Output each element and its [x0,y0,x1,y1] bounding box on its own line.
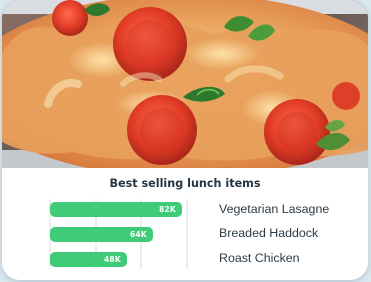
bar-2: 64K [50,227,153,242]
category-label-3: Roast Chicken [219,251,300,265]
bar-1: 82K [50,202,182,217]
category-label-2: Breaded Haddock [219,226,319,240]
pizza-photo [2,0,368,168]
lunch-card: Best selling lunch items 82K Vegetarian L… [2,0,368,280]
category-label-1: Vegetarian Lasagne [219,202,330,216]
bar-3-value-label: 48K [103,255,121,264]
chart-panel: Best selling lunch items 82K Vegetarian L… [2,168,368,280]
bar-1-value-label: 82K [158,205,176,214]
bar-2-value-label: 64K [129,230,147,239]
pizza-photo-illustration [2,0,368,168]
bar-3: 48K [50,252,127,267]
